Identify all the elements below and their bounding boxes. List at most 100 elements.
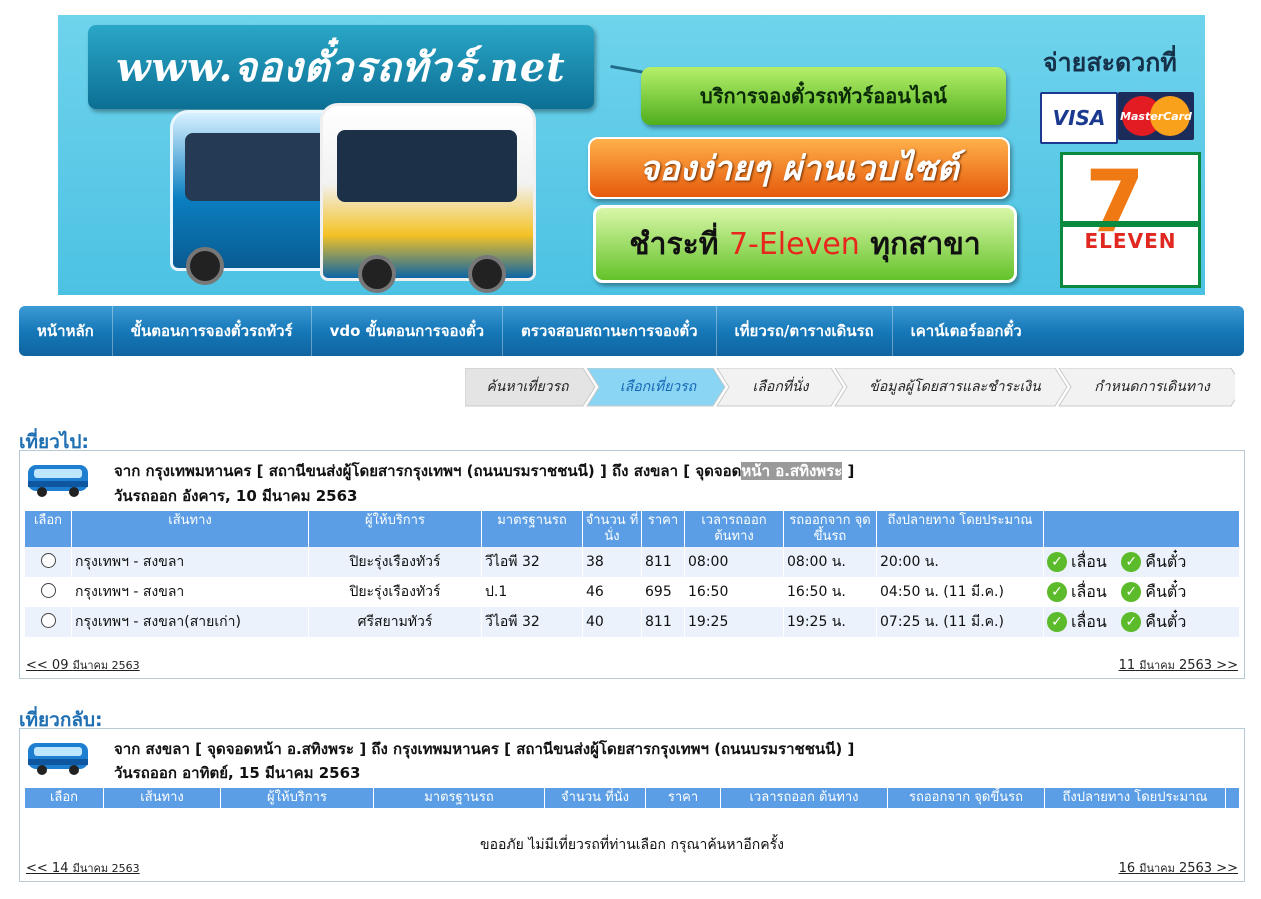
cell-standard: วีไอพี 32 bbox=[481, 607, 583, 637]
outbound-prev-day-link[interactable]: << 09 มีนาคม 2563 bbox=[26, 656, 140, 674]
trip-radio[interactable] bbox=[40, 582, 56, 598]
inbound-next-day-link[interactable]: 16 มีนาคม 2563 >> bbox=[1119, 859, 1238, 877]
step-select-seat: เลือกที่นั่ง bbox=[752, 379, 809, 395]
promo-easy-booking: จองง่ายๆ ผ่านเวบไซต์ bbox=[588, 137, 1010, 199]
cell-seats: 40 bbox=[582, 607, 642, 637]
wheel-icon bbox=[186, 247, 224, 285]
postpone-button[interactable]: ✓ เลื่อน bbox=[1047, 550, 1107, 575]
outbound-date: วันรถออก อังคาร, 10 มีนาคม 2563 bbox=[114, 487, 358, 505]
refund-button[interactable]: ✓ คืนตั๋ว bbox=[1121, 580, 1186, 605]
cell-board: 08:00 น. bbox=[783, 547, 877, 577]
nav-item-schedule[interactable]: เที่ยวรถ/ตารางเดินรถ bbox=[717, 306, 893, 356]
nav-item-booking-steps[interactable]: ขั้นตอนการจองตั๋วรถทัวร์ bbox=[113, 306, 312, 356]
step-search: ค้นหาเที่ยวรถ bbox=[486, 379, 569, 395]
table-row: กรุงเทพฯ - สงขลา(สายเก่า) ศรีสยามทัวร์ ว… bbox=[25, 607, 1240, 637]
bus-icon bbox=[28, 743, 88, 775]
check-circle-icon: ✓ bbox=[1121, 552, 1142, 572]
outbound-trips-table: เลือก เส้นทาง ผู้ให้บริการ มาตรฐานรถ จำน… bbox=[25, 511, 1240, 637]
cell-standard: ป.1 bbox=[481, 577, 583, 607]
cell-standard: วีไอพี 32 bbox=[481, 547, 583, 577]
cell-price: 811 bbox=[641, 547, 685, 577]
no-result-message: ขออภัย ไม่มีเที่ยวรถที่ท่านเลือก กรุณาค้… bbox=[480, 837, 784, 853]
outbound-route: จาก กรุงเทพมหานคร [ สถานีขนส่งผู้โดยสารก… bbox=[114, 462, 855, 480]
table-row: กรุงเทพฯ - สงขลา ปิยะรุ่งเรืองทัวร์ วีไอ… bbox=[25, 547, 1240, 577]
cell-board: 16:50 น. bbox=[783, 577, 877, 607]
cell-price: 811 bbox=[641, 607, 685, 637]
check-circle-icon: ✓ bbox=[1047, 612, 1067, 632]
col-depart: เวลารถออก ต้นทาง bbox=[720, 788, 888, 808]
col-route: เส้นทาง bbox=[71, 511, 309, 547]
postpone-button[interactable]: ✓ เลื่อน bbox=[1047, 610, 1107, 635]
mastercard-logo: MasterCard bbox=[1118, 92, 1194, 140]
col-board: รถออกจาก จุดขึ้นรถ bbox=[783, 511, 877, 547]
outbound-next-day-link[interactable]: 11 มีนาคม 2563 >> bbox=[1119, 656, 1238, 674]
col-arrive: ถึงปลายทาง โดยประมาณ bbox=[1044, 788, 1226, 808]
cell-route: กรุงเทพฯ - สงขลา bbox=[71, 547, 309, 577]
nav-item-check-status[interactable]: ตรวจสอบสถานะการจองตั๋ว bbox=[503, 306, 717, 356]
bus-illustration-yellow bbox=[320, 103, 536, 281]
col-price: ราคา bbox=[645, 788, 721, 808]
cell-seats: 46 bbox=[582, 577, 642, 607]
col-actions bbox=[1043, 511, 1240, 547]
nav-item-vdo-steps[interactable]: vdo ขั้นตอนการจองตั๋ว bbox=[312, 306, 504, 356]
col-operator: ผู้ให้บริการ bbox=[220, 788, 374, 808]
promo-online-booking: บริการจองตั๋วรถทัวร์ออนไลน์ bbox=[641, 67, 1006, 125]
cell-arrive: 07:25 น. (11 มี.ค.) bbox=[876, 607, 1044, 637]
cell-operator: ปิยะรุ่งเรืองทัวร์ bbox=[308, 577, 482, 607]
col-route: เส้นทาง bbox=[103, 788, 221, 808]
col-seats: จำนวน ที่นั่ง bbox=[544, 788, 646, 808]
check-circle-icon: ✓ bbox=[1047, 552, 1067, 572]
bus-icon bbox=[28, 465, 88, 497]
postpone-button[interactable]: ✓ เลื่อน bbox=[1047, 580, 1107, 605]
col-depart: เวลารถออก ต้นทาง bbox=[684, 511, 784, 547]
nav-item-counters[interactable]: เคาน์เตอร์ออกตั๋ว bbox=[893, 306, 1040, 356]
refund-button[interactable]: ✓ คืนตั๋ว bbox=[1121, 610, 1186, 635]
cell-arrive: 20:00 น. bbox=[876, 547, 1044, 577]
col-seats: จำนวน ที่นั่ง bbox=[582, 511, 642, 547]
cell-seats: 38 bbox=[582, 547, 642, 577]
header-banner: www.จองตั๋วรถทัวร์.net บริการจองตั๋วรถทั… bbox=[58, 15, 1205, 295]
table-header-row: เลือก เส้นทาง ผู้ให้บริการ มาตรฐานรถ จำน… bbox=[25, 511, 1240, 547]
check-circle-icon: ✓ bbox=[1121, 582, 1142, 602]
cell-operator: ศรีสยามทัวร์ bbox=[308, 607, 482, 637]
check-circle-icon: ✓ bbox=[1121, 612, 1142, 632]
check-circle-icon: ✓ bbox=[1047, 582, 1067, 602]
col-operator: ผู้ให้บริการ bbox=[308, 511, 482, 547]
outbound-panel: จาก กรุงเทพมหานคร [ สถานีขนส่งผู้โดยสารก… bbox=[19, 450, 1245, 679]
cell-route: กรุงเทพฯ - สงขลา bbox=[71, 577, 309, 607]
wheel-icon bbox=[358, 255, 396, 293]
cell-route: กรุงเทพฯ - สงขลา(สายเก่า) bbox=[71, 607, 309, 637]
trip-radio[interactable] bbox=[40, 612, 56, 628]
cell-depart: 08:00 bbox=[684, 547, 784, 577]
cell-arrive: 04:50 น. (11 มี.ค.) bbox=[876, 577, 1044, 607]
inbound-route: จาก สงขลา [ จุดจอดหน้า อ.สทิงพระ ] ถึง ก… bbox=[114, 740, 855, 758]
table-row: กรุงเทพฯ - สงขลา ปิยะรุ่งเรืองทัวร์ ป.1 … bbox=[25, 577, 1240, 607]
col-select: เลือก bbox=[25, 511, 72, 547]
cell-depart: 16:50 bbox=[684, 577, 784, 607]
payment-title: จ่ายสะดวกที่ bbox=[1043, 48, 1177, 77]
visa-logo: VISA bbox=[1040, 92, 1118, 144]
col-board: รถออกจาก จุดขึ้นรถ bbox=[887, 788, 1045, 808]
col-standard: มาตรฐานรถ bbox=[373, 788, 545, 808]
inbound-prev-day-link[interactable]: << 14 มีนาคม 2563 bbox=[26, 859, 140, 877]
wheel-icon bbox=[468, 255, 506, 293]
inbound-trips-table: เลือก เส้นทาง ผู้ให้บริการ มาตรฐานรถ จำน… bbox=[25, 788, 1240, 808]
inbound-panel: จาก สงขลา [ จุดจอดหน้า อ.สทิงพระ ] ถึง ก… bbox=[19, 728, 1245, 882]
col-arrive: ถึงปลายทาง โดยประมาณ bbox=[876, 511, 1044, 547]
cell-depart: 19:25 bbox=[684, 607, 784, 637]
site-name-badge: www.จองตั๋วรถทัวร์.net bbox=[88, 25, 594, 109]
table-header-row: เลือก เส้นทาง ผู้ให้บริการ มาตรฐานรถ จำน… bbox=[25, 788, 1240, 808]
col-price: ราคา bbox=[641, 511, 685, 547]
promo-seven-eleven-payment: ชำระที่ 7-Eleven ทุกสาขา bbox=[593, 205, 1017, 283]
seven-eleven-logo: 7 ELEVEN bbox=[1060, 152, 1201, 288]
step-select-trip: เลือกเที่ยวรถ bbox=[619, 379, 697, 395]
refund-button[interactable]: ✓ คืนตั๋ว bbox=[1121, 550, 1186, 575]
step-itinerary: กำหนดการเดินทาง bbox=[1094, 379, 1210, 395]
cell-board: 19:25 น. bbox=[783, 607, 877, 637]
col-actions bbox=[1225, 788, 1240, 808]
nav-item-home[interactable]: หน้าหลัก bbox=[19, 306, 113, 356]
main-nav: หน้าหลัก ขั้นตอนการจองตั๋วรถทัวร์ vdo ขั… bbox=[19, 306, 1244, 356]
cell-price: 695 bbox=[641, 577, 685, 607]
trip-radio[interactable] bbox=[40, 552, 56, 568]
step-passenger-payment: ข้อมูลผู้โดยสารและชำระเงิน bbox=[869, 379, 1041, 395]
